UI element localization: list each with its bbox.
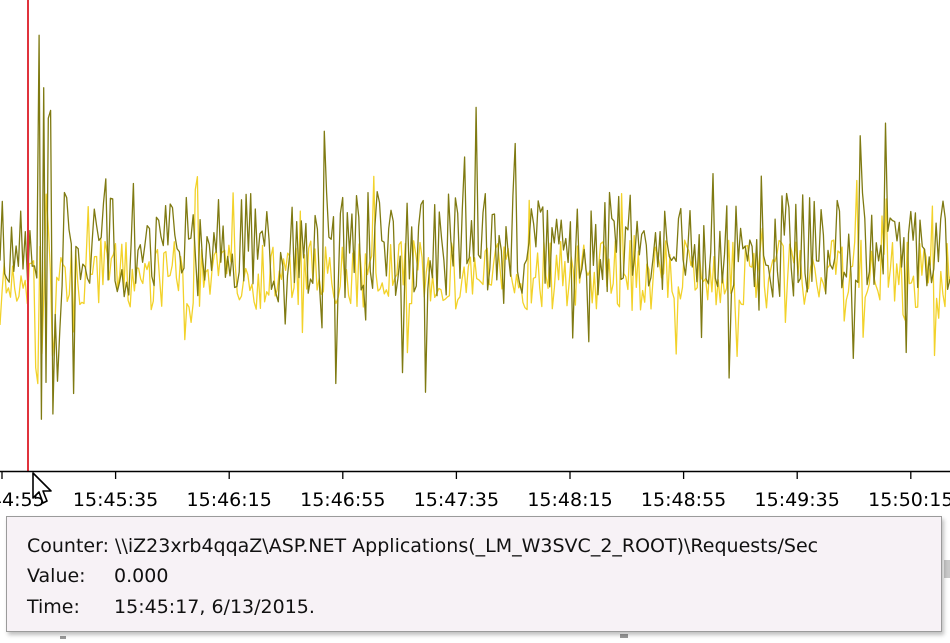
x-tick-label: 15:47:35 — [414, 489, 499, 511]
series-primary-line[interactable] — [0, 34, 950, 420]
mouse-pointer-icon — [32, 472, 52, 504]
x-tick-label: 15:45:35 — [73, 489, 158, 511]
x-tick-label: 15:49:35 — [755, 489, 840, 511]
tooltip-value-value: 0.000 — [114, 565, 169, 587]
counter-tooltip: Counter: \\iZ23xrb4qqaZ\ASP.NET Applicat… — [6, 516, 942, 632]
x-axis-ticks: 15:44:5515:45:3515:46:1515:46:5515:47:35… — [0, 472, 950, 511]
x-tick-label: 15:48:15 — [527, 489, 612, 511]
plot-area — [0, 34, 950, 420]
tooltip-time-label: Time: — [27, 596, 80, 618]
tooltip-value-label: Value: — [27, 565, 86, 587]
background-artifact — [944, 560, 950, 578]
tooltip-time-value: 15:45:17, 6/13/2015. — [114, 596, 315, 618]
tooltip-counter-line: Counter: \\iZ23xrb4qqaZ\ASP.NET Applicat… — [27, 535, 818, 557]
tooltip-counter-value: \\iZ23xrb4qqaZ\ASP.NET Applications(_LM_… — [115, 535, 819, 557]
background-artifact — [620, 634, 628, 638]
x-tick-label: 15:46:15 — [187, 489, 272, 511]
x-tick-label: 15:48:55 — [641, 489, 726, 511]
tooltip-counter-label: Counter: — [27, 535, 109, 557]
tooltip-value-line: Value: 0.000 — [27, 565, 168, 587]
tooltip-time-line: Time: 15:45:17, 6/13/2015. — [27, 596, 315, 618]
background-artifact — [60, 636, 66, 639]
x-tick-label: 15:50:15 — [868, 489, 950, 511]
x-tick-label: 15:46:55 — [300, 489, 385, 511]
